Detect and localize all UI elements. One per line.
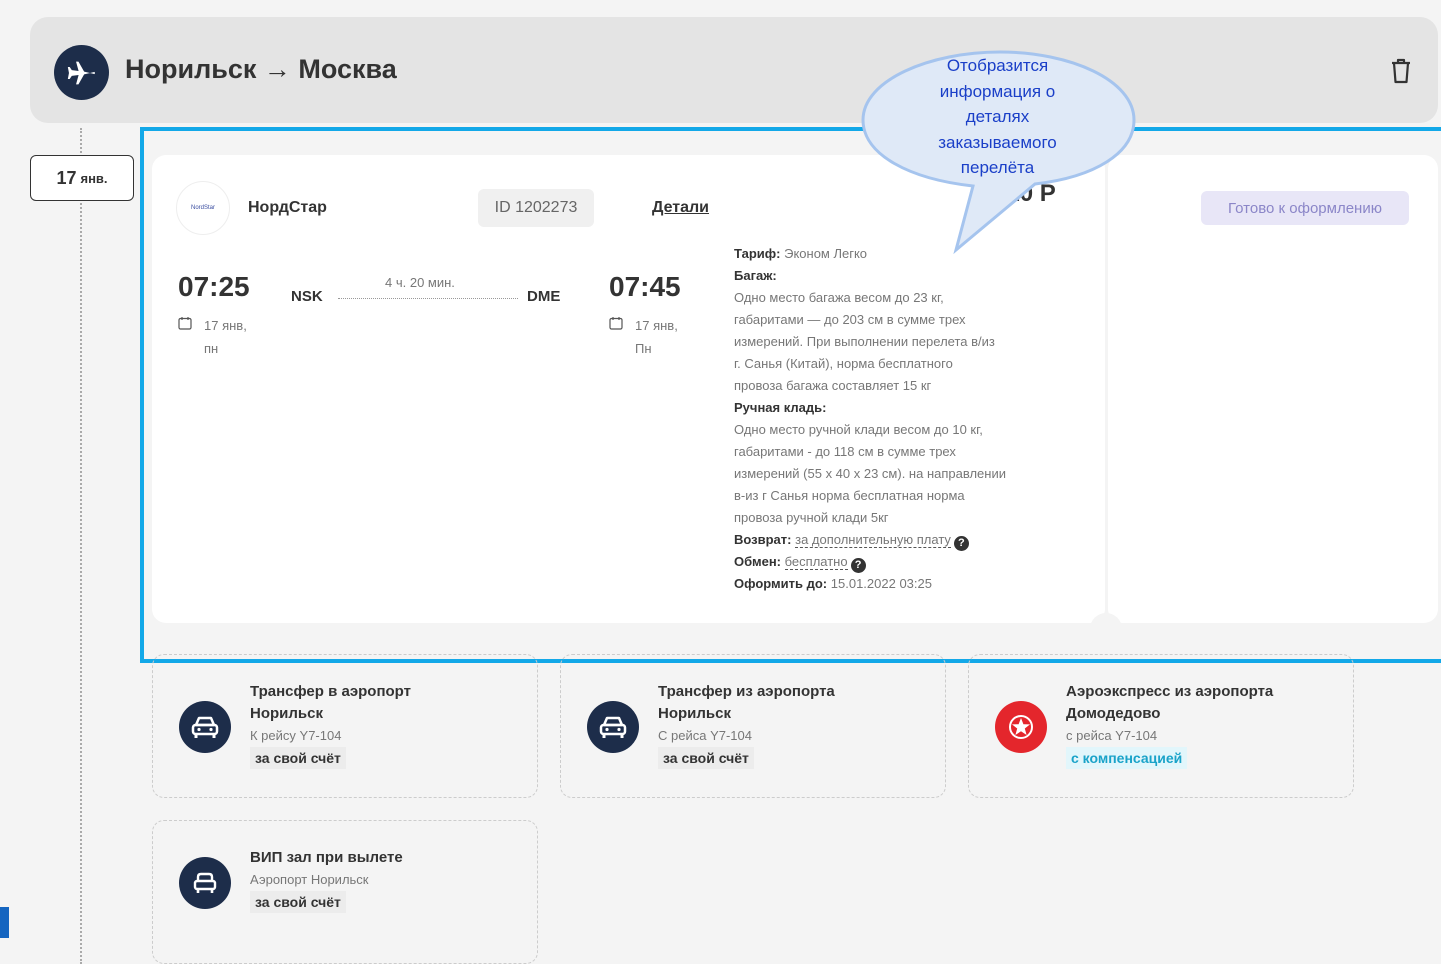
service-title: ВИП зал при вылете	[250, 849, 403, 866]
car-icon	[179, 701, 231, 753]
service-title: Трансфер в аэропорт	[250, 683, 411, 700]
date-month: янв.	[80, 170, 108, 186]
service-subtitle: Аэропорт Норильск	[250, 872, 369, 887]
service-info: ВИП зал при вылете Аэропорт Норильск за …	[250, 847, 403, 913]
service-tag: за свой счёт	[250, 891, 346, 913]
callout-line: информация о	[939, 81, 1056, 101]
service-info: Аэроэкспресс из аэропорта Домодедово с р…	[1066, 681, 1273, 769]
plane-icon	[54, 45, 109, 100]
aeroexpress-icon	[995, 701, 1047, 753]
trash-icon[interactable]	[1388, 57, 1414, 85]
service-card-aeroexpress[interactable]: Аэроэкспресс из аэропорта Домодедово с р…	[968, 654, 1354, 798]
service-subtitle: К рейсу Y7-104	[250, 728, 342, 743]
highlight-frame	[140, 127, 1441, 663]
service-info: Трансфер в аэропорт Норильск К рейсу Y7-…	[250, 681, 411, 769]
service-title: Норильск	[250, 705, 323, 722]
service-card-vip-lounge[interactable]: ВИП зал при вылете Аэропорт Норильск за …	[152, 820, 538, 964]
service-card-transfer-from[interactable]: Трансфер из аэропорта Норильск С рейса Y…	[560, 654, 946, 798]
service-title: Норильск	[658, 705, 731, 722]
service-tag: за свой счёт	[658, 747, 754, 769]
timeline	[80, 128, 82, 964]
callout-line: Отобразится	[946, 56, 1049, 75]
callout-line: деталях	[965, 107, 1030, 126]
left-edge-marker	[0, 907, 9, 938]
car-icon	[587, 701, 639, 753]
date-badge: 17 янв.	[30, 155, 134, 201]
service-tag: за свой счёт	[250, 747, 346, 769]
service-title: Домодедово	[1066, 705, 1161, 722]
service-subtitle: С рейса Y7-104	[658, 728, 752, 743]
callout-line: заказываемого	[938, 132, 1057, 152]
service-card-transfer-to[interactable]: Трансфер в аэропорт Норильск К рейсу Y7-…	[152, 654, 538, 798]
service-title: Аэроэкспресс из аэропорта	[1066, 683, 1274, 700]
route-title: Норильск → Москва	[125, 54, 397, 84]
date-day: 17	[56, 167, 77, 188]
vip-lounge-icon	[179, 857, 231, 909]
callout-line: перелёта	[960, 158, 1035, 177]
service-subtitle: с рейса Y7-104	[1066, 728, 1158, 743]
service-info: Трансфер из аэропорта Норильск С рейса Y…	[658, 681, 835, 769]
service-tag: с компенсацией	[1066, 747, 1188, 769]
service-title: Трансфер из аэропорта	[658, 683, 835, 700]
callout-text: Отобразится информация о деталях заказыв…	[905, 53, 1090, 181]
